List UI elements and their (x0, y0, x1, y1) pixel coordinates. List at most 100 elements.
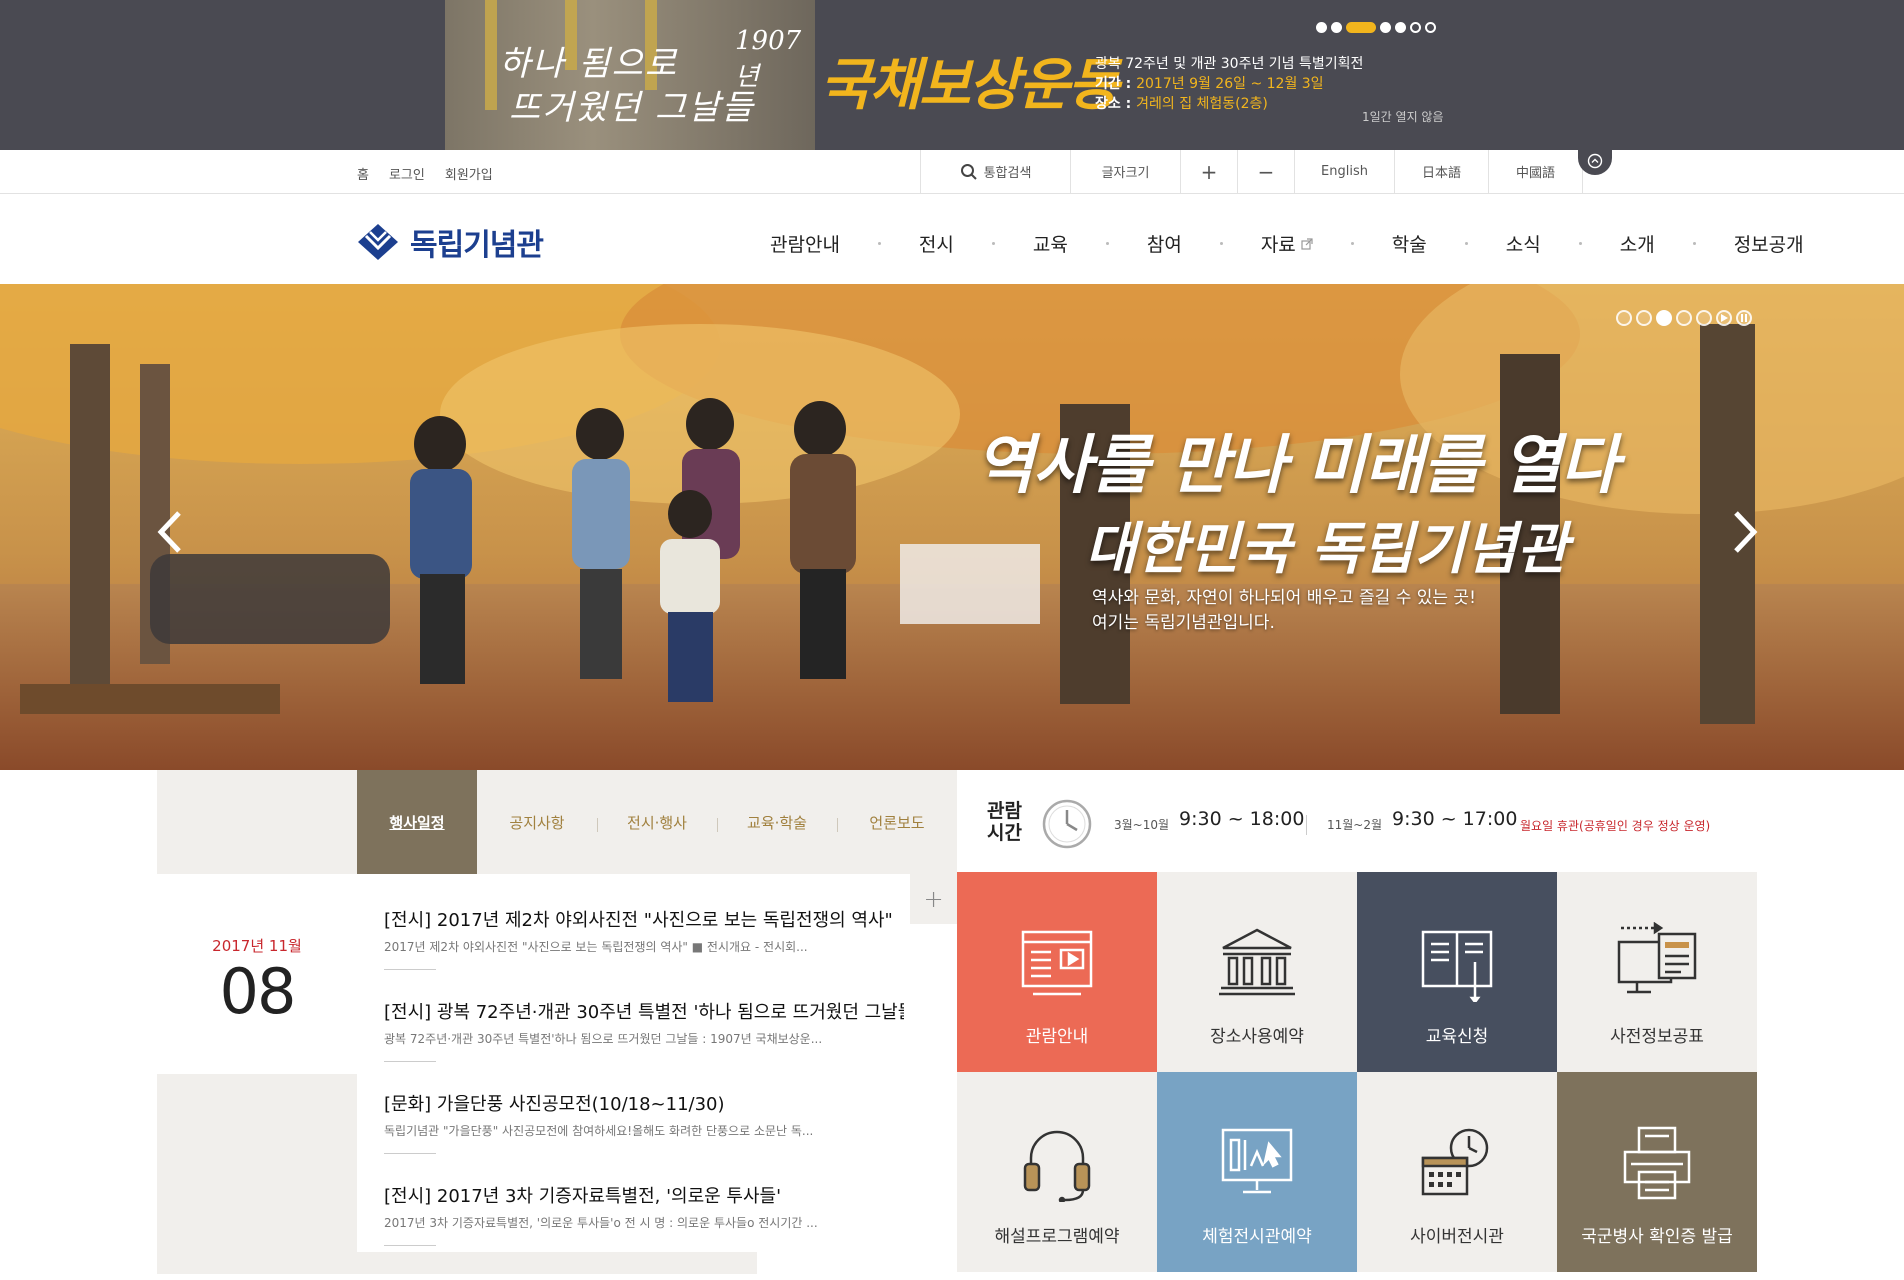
nav-item-label: 자료 (1260, 234, 1296, 256)
utility-bar: 홈 로그인 회원가입 통합검색 글자크기 + − English 日本語 中國語 (0, 150, 1904, 194)
board-side-bg-lower (157, 1074, 357, 1274)
quick-link-label: 체험전시관예약 (1202, 1227, 1312, 1247)
quick-link-guided-tour[interactable]: 해설프로그램예약 (957, 1072, 1157, 1272)
utility-links: 홈 로그인 회원가입 (357, 164, 493, 183)
news-item[interactable]: [전시] 2017년 3차 기증자료특별전, '의로운 투사들' 2017년 3… (384, 1182, 904, 1246)
nav-item-archive[interactable]: 자료 (1261, 230, 1313, 257)
news-title[interactable]: [문화] 가을단풍 사진공모전(10/18~11/30) (384, 1090, 904, 1116)
font-increase-button[interactable]: + (1181, 150, 1238, 193)
quick-link-experience-hall[interactable]: 체험전시관예약 (1157, 1072, 1357, 1272)
logo-text: 독립기념관 (410, 228, 544, 263)
tab-exhibitions[interactable]: 전시·행사 (597, 770, 717, 874)
integrated-search-button[interactable]: 통합검색 (921, 150, 1071, 193)
quick-link-label: 국군병사 확인증 발급 (1581, 1227, 1733, 1247)
banner-dot-4[interactable] (1380, 22, 1391, 33)
news-divider (384, 1245, 436, 1246)
hours-closed-note: 월요일 휴관(공휴일인 경우 정상 운영) (1520, 819, 1711, 833)
hero-pause-button[interactable] (1736, 310, 1752, 326)
hero-dot-2[interactable] (1636, 310, 1652, 326)
pause-icon (1741, 314, 1747, 322)
banner-subtitle: 광복 72주년 및 개관 30주년 기념 특별기획전 (1095, 56, 1364, 72)
hero-dot-1[interactable] (1616, 310, 1632, 326)
news-title[interactable]: [전시] 2017년 3차 기증자료특별전, '의로운 투사들' (384, 1182, 904, 1208)
tab-notices[interactable]: 공지사항 (477, 770, 597, 874)
news-summary: 2017년 3차 기증자료특별전, '의로운 투사들'o 전 시 명 : 의로운… (384, 1216, 818, 1230)
news-title[interactable]: [전시] 2017년 제2차 야외사진전 "사진으로 보는 독립전쟁의 역사" (384, 906, 904, 932)
quick-link-soldier-certificate[interactable]: 국군병사 확인증 발급 (1557, 1072, 1757, 1272)
touch-screen-icon (1221, 1128, 1293, 1194)
quick-link-cyber-exhibition[interactable]: 사이버전시관 (1357, 1072, 1557, 1272)
building-icon (1219, 928, 1295, 996)
banner-pause-icon[interactable] (1425, 22, 1436, 33)
nav-item-visit-guide[interactable]: 관람안내 (770, 230, 840, 257)
lang-japanese-link[interactable]: 日本語 (1395, 150, 1489, 193)
news-summary: 2017년 제2차 야외사진전 "사진으로 보는 독립전쟁의 역사" ■ 전시개… (384, 940, 808, 954)
home-link[interactable]: 홈 (357, 164, 369, 183)
hero-dot-3-active[interactable] (1656, 310, 1672, 326)
nav-divider (991, 242, 995, 245)
news-item[interactable]: [전시] 2017년 제2차 야외사진전 "사진으로 보는 독립전쟁의 역사" … (384, 906, 904, 970)
hero-title-line1: 역사를 만나 미래를 열다 (975, 428, 1619, 503)
news-item[interactable]: [문화] 가을단풍 사진공모전(10/18~11/30) 독립기념관 "가을단풍… (384, 1090, 904, 1154)
lang-chinese-link[interactable]: 中國語 (1489, 150, 1583, 193)
top-promo-banner[interactable]: 하나 됨으로 뜨거웠던 그날들 1907년 국채보상운동 광복 72주년 및 개… (0, 0, 1904, 150)
hero-next-button[interactable] (1725, 504, 1765, 560)
hero-prev-button[interactable] (150, 504, 190, 560)
banner-play-icon[interactable] (1410, 22, 1421, 33)
printer-icon (1623, 1126, 1691, 1200)
nav-item-education[interactable]: 교육 (1033, 230, 1068, 257)
nav-item-news[interactable]: 소식 (1506, 230, 1541, 257)
banner-dot-1[interactable] (1316, 22, 1327, 33)
board-news-list: [전시] 2017년 제2차 야외사진전 "사진으로 보는 독립전쟁의 역사" … (357, 874, 910, 1252)
quick-link-info-disclosure[interactable]: 사전정보공표 (1557, 872, 1757, 1072)
nav-divider (1105, 242, 1109, 245)
tab-events[interactable]: 행사일정 (357, 770, 477, 874)
nav-item-exhibition[interactable]: 전시 (919, 230, 954, 257)
chevron-left-icon (157, 511, 181, 553)
nav-item-disclosure[interactable]: 정보공개 (1734, 230, 1804, 257)
monitor-document-icon (1617, 922, 1697, 994)
quick-link-label: 사전정보공표 (1610, 1027, 1704, 1047)
news-divider (384, 1153, 436, 1154)
lang-english-link[interactable]: English (1295, 150, 1395, 193)
season1-label: 3월~10월 (1114, 818, 1170, 832)
hero-dot-5[interactable] (1696, 310, 1712, 326)
banner-dot-2[interactable] (1331, 22, 1342, 33)
font-size-label: 글자크기 (1071, 150, 1181, 193)
nav-item-about[interactable]: 소개 (1620, 230, 1655, 257)
banner-year: 1907년 (735, 26, 802, 92)
hero-dot-4[interactable] (1676, 310, 1692, 326)
news-item[interactable]: [전시] 광복 72주년·개관 30주년 특별전 '하나 됨으로 뜨거웠던 그날… (384, 998, 904, 1062)
banner-dot-5[interactable] (1395, 22, 1406, 33)
quick-link-visit-guide[interactable]: 관람안내 (957, 872, 1157, 1072)
play-icon (1721, 314, 1728, 322)
banner-dot-3-active[interactable] (1346, 22, 1376, 33)
tab-press[interactable]: 언론보도 (837, 770, 957, 874)
open-book-icon (1421, 930, 1493, 1002)
banner-strip (485, 0, 497, 110)
hero-play-button[interactable] (1716, 310, 1732, 326)
login-link[interactable]: 로그인 (389, 164, 425, 183)
date-day: 08 (219, 955, 297, 1028)
nav-item-participation[interactable]: 참여 (1147, 230, 1182, 257)
plus-icon: + (923, 885, 944, 913)
nav-item-label: 참여 (1146, 234, 1182, 256)
site-logo[interactable]: 독립기념관 (356, 220, 544, 264)
quick-link-label: 사이버전시관 (1410, 1227, 1504, 1247)
news-summary: 독립기념관 "가을단풍" 사진공모전에 참여하세요!올해도 화려한 단풍으로 소… (384, 1124, 814, 1138)
headset-icon (1023, 1130, 1091, 1202)
tab-education[interactable]: 교육·학술 (717, 770, 837, 874)
nav-item-research[interactable]: 학술 (1392, 230, 1427, 257)
font-decrease-button[interactable]: − (1238, 150, 1295, 193)
quick-link-venue-reservation[interactable]: 장소사용예약 (1157, 872, 1357, 1072)
board-more-button[interactable]: + (910, 874, 957, 924)
hero-slider: 역사를 만나 미래를 열다 대한민국 독립기념관 역사와 문화, 자연이 하나되… (0, 284, 1904, 770)
period-value: 2017년 9월 26일 ~ 12월 3일 (1136, 76, 1324, 92)
news-title[interactable]: [전시] 광복 72주년·개관 30주년 특별전 '하나 됨으로 뜨거웠던 그날… (384, 998, 904, 1024)
banner-close-today-button[interactable]: 1일간 열지 않음 (1362, 108, 1444, 125)
search-icon (960, 163, 977, 180)
quick-link-label: 장소사용예약 (1210, 1027, 1304, 1047)
hero-description: 역사와 문화, 자연이 하나되어 배우고 즐길 수 있는 곳! 여기는 독립기념… (1092, 586, 1476, 636)
quick-link-education-apply[interactable]: 교육신청 (1357, 872, 1557, 1072)
signup-link[interactable]: 회원가입 (445, 164, 493, 183)
